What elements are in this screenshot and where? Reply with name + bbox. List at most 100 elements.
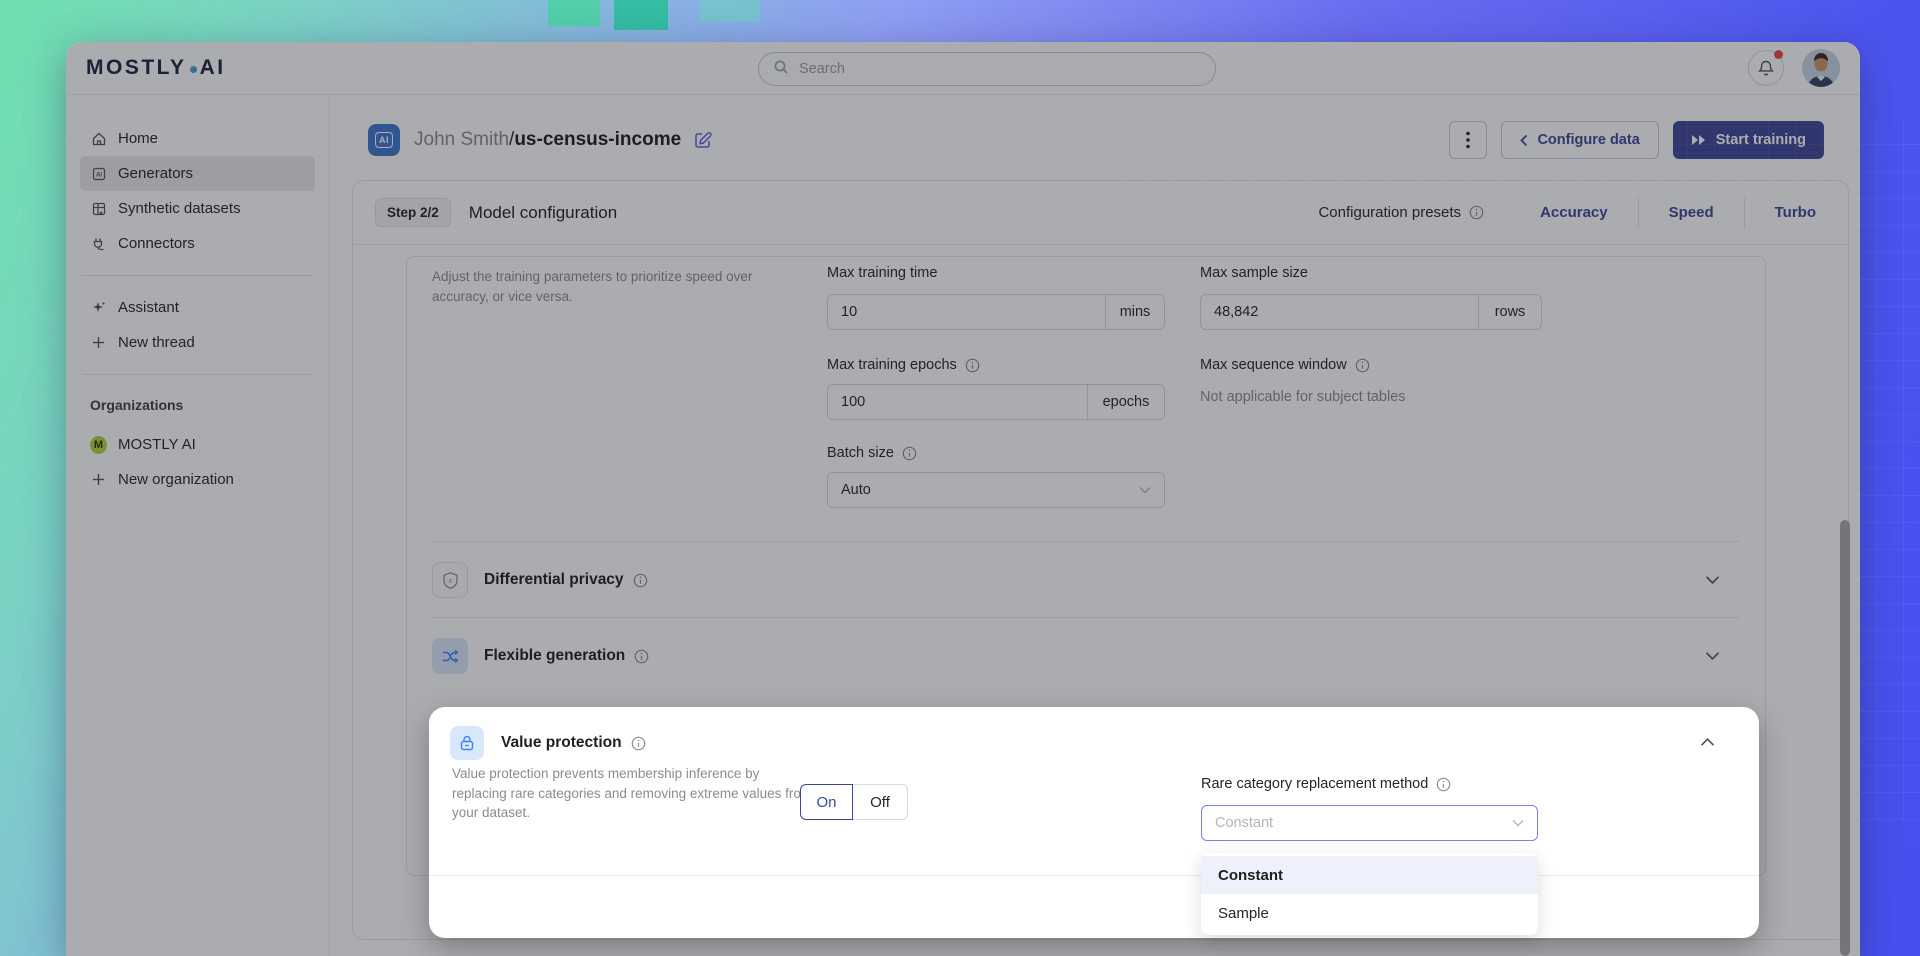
info-icon[interactable]	[902, 446, 917, 461]
batch-size-select[interactable]: Auto	[827, 472, 1165, 508]
info-icon[interactable]	[1436, 777, 1451, 792]
bell-icon	[1757, 59, 1775, 77]
panel-header: Step 2/2 Model configuration Configurati…	[353, 181, 1848, 245]
preset-accuracy[interactable]: Accuracy	[1510, 204, 1638, 221]
sidebar-item-organization[interactable]: M MOSTLY AI	[80, 427, 315, 462]
info-icon[interactable]	[633, 573, 648, 588]
synthetic-datasets-icon	[90, 201, 107, 217]
info-icon[interactable]	[631, 736, 646, 751]
sidebar-item-new-thread[interactable]: New thread	[80, 325, 315, 360]
max-training-time-label: Max training time	[827, 265, 1165, 281]
sidebar-item-label: Generators	[118, 165, 193, 182]
logo-text-right: AI	[200, 56, 226, 80]
sidebar-item-label: Home	[118, 130, 158, 147]
max-sequence-window-note: Not applicable for subject tables	[1200, 389, 1406, 405]
max-sample-size-group: rows	[1200, 294, 1542, 330]
toggle-off-button[interactable]: Off	[853, 784, 908, 820]
sidebar-item-generators[interactable]: AI Generators	[80, 156, 315, 191]
dropdown-option-constant[interactable]: Constant	[1201, 856, 1538, 894]
rare-category-replacement-label: Rare category replacement method	[1201, 776, 1451, 792]
assistant-sparkle-icon	[90, 300, 107, 316]
start-training-button[interactable]: Start training	[1673, 121, 1824, 159]
sidebar-item-label: New organization	[118, 471, 234, 488]
unit-addon: epochs	[1087, 384, 1165, 420]
user-avatar[interactable]	[1802, 49, 1840, 87]
sidebar-item-home[interactable]: Home	[80, 121, 315, 156]
connectors-icon	[90, 236, 107, 252]
chevron-left-icon	[1520, 134, 1528, 147]
lock-icon	[450, 726, 484, 760]
decor-square	[700, 0, 760, 22]
preset-speed[interactable]: Speed	[1639, 204, 1744, 221]
breadcrumb-owner[interactable]: John Smith	[414, 129, 509, 151]
max-training-time-group: mins	[827, 294, 1165, 330]
configure-data-button[interactable]: Configure data	[1501, 121, 1658, 159]
preset-turbo[interactable]: Turbo	[1745, 204, 1826, 221]
differential-privacy-section-header[interactable]: ε Differential privacy	[432, 542, 1720, 618]
info-icon[interactable]	[634, 649, 649, 664]
shuffle-icon	[432, 638, 468, 674]
sidebar-item-label: Synthetic datasets	[118, 200, 241, 217]
sidebar-item-assistant[interactable]: Assistant	[80, 290, 315, 325]
max-training-epochs-label: Max training epochs	[827, 357, 1165, 373]
training-parameters-description: Adjust the training parameters to priori…	[432, 267, 792, 307]
section-title: Flexible generation	[484, 647, 649, 665]
kebab-menu-icon	[1466, 131, 1470, 149]
card-divider	[429, 875, 1759, 876]
sidebar-item-label: Connectors	[118, 235, 195, 252]
unit-addon: mins	[1105, 294, 1165, 330]
page-actions: Configure data Start training	[1449, 121, 1824, 159]
dropdown-option-sample[interactable]: Sample	[1201, 894, 1538, 932]
sidebar-divider	[82, 275, 313, 276]
presets-label: Configuration presets	[1318, 204, 1484, 221]
max-sample-size-label: Max sample size	[1200, 265, 1542, 281]
unit-addon: rows	[1478, 294, 1542, 330]
app-header: MOSTLY AI	[66, 42, 1860, 95]
more-actions-button[interactable]	[1449, 121, 1487, 159]
section-title: Differential privacy	[484, 571, 648, 589]
fast-forward-icon	[1691, 134, 1706, 146]
info-icon[interactable]	[1355, 358, 1370, 373]
logo-dot-icon	[190, 66, 197, 73]
search-bar[interactable]	[758, 52, 1216, 86]
decor-square	[614, 0, 668, 30]
chevron-down-icon[interactable]	[1705, 651, 1720, 661]
configuration-presets: Configuration presets Accuracy Speed Tur…	[1318, 198, 1826, 228]
max-training-epochs-input[interactable]	[827, 384, 1087, 420]
rare-category-replacement-select[interactable]: Constant	[1201, 805, 1538, 841]
organizations-heading: Organizations	[80, 389, 315, 427]
svg-text:AI: AI	[96, 172, 102, 178]
sidebar-item-synthetic-datasets[interactable]: Synthetic datasets	[80, 191, 315, 226]
home-icon	[90, 131, 107, 147]
max-training-epochs-group: epochs	[827, 384, 1165, 420]
max-training-time-input[interactable]	[827, 294, 1105, 330]
sidebar-item-new-organization[interactable]: New organization	[80, 462, 315, 497]
search-input[interactable]	[799, 61, 1201, 77]
plus-icon	[90, 472, 107, 487]
vertical-scrollbar[interactable]	[1840, 520, 1850, 956]
breadcrumb-row: AI John Smith / us-census-income	[368, 117, 1824, 163]
toggle-on-button[interactable]: On	[800, 784, 853, 820]
generator-type-icon: AI	[368, 124, 400, 156]
max-sample-size-input[interactable]	[1200, 294, 1478, 330]
info-icon[interactable]	[1469, 205, 1484, 220]
rare-category-dropdown: Constant Sample	[1201, 853, 1538, 935]
chevron-down-icon	[1512, 819, 1524, 827]
page-title: Model configuration	[469, 203, 617, 223]
header-right	[1748, 49, 1840, 87]
decor-square	[548, 0, 600, 26]
sidebar-item-label: New thread	[118, 334, 195, 351]
mostly-ai-logo: MOSTLY AI	[86, 56, 226, 80]
chevron-down-icon[interactable]	[1705, 575, 1720, 585]
organization-badge: M	[90, 436, 107, 454]
svg-text:ε: ε	[448, 576, 452, 585]
edit-name-icon[interactable]	[693, 130, 713, 150]
flexible-generation-section-header[interactable]: Flexible generation	[432, 618, 1720, 694]
desktop-background: MOSTLY AI	[0, 0, 1920, 956]
sidebar: Home AI Generators Synthetic datasets Co…	[66, 95, 330, 956]
info-icon[interactable]	[965, 358, 980, 373]
sidebar-item-connectors[interactable]: Connectors	[80, 226, 315, 261]
breadcrumb-generator-name: us-census-income	[514, 129, 681, 151]
notifications-button[interactable]	[1748, 50, 1784, 86]
chevron-up-icon[interactable]	[1700, 737, 1715, 747]
